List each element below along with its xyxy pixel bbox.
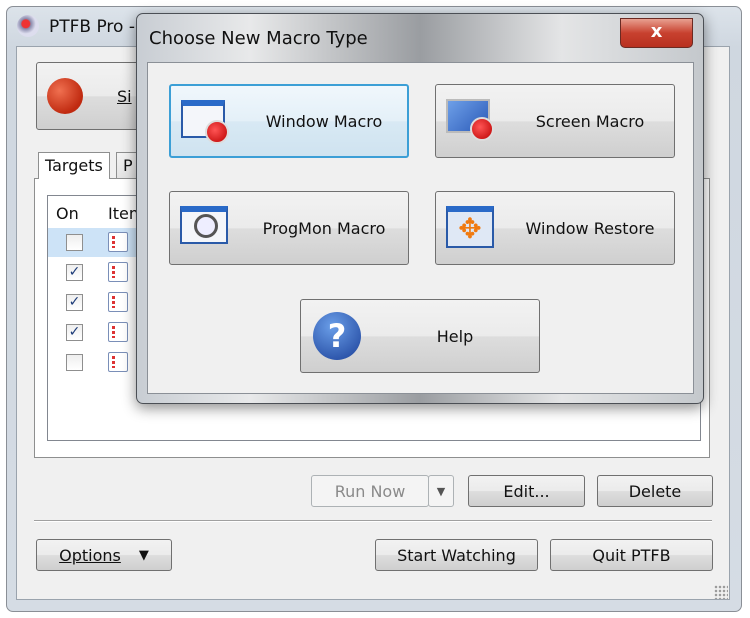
resize-grip[interactable] <box>714 585 728 599</box>
run-now-dropdown[interactable]: ▼ <box>428 475 454 507</box>
app-icon <box>17 15 39 37</box>
dropdown-arrow-icon: ▼ <box>138 547 149 563</box>
help-button[interactable]: ? Help <box>300 299 540 373</box>
window-macro-icon <box>181 100 231 144</box>
dialog-close-button[interactable]: x <box>620 18 693 48</box>
dialog-title: Choose New Macro Type <box>149 28 368 49</box>
macro-item-icon <box>108 262 128 282</box>
help-question-icon: ? <box>313 312 361 360</box>
tab-targets[interactable]: Targets <box>38 152 110 179</box>
macro-item-icon <box>108 292 128 312</box>
screen-macro-icon <box>446 99 496 143</box>
macro-item-icon <box>108 352 128 372</box>
run-now-button[interactable]: Run Now <box>311 475 429 507</box>
choose-macro-dialog: Choose New Macro Type x Window Macro Scr… <box>136 13 704 404</box>
window-restore-icon: ✥ <box>446 206 496 250</box>
window-restore-button[interactable]: ✥ Window Restore <box>435 191 675 265</box>
enabled-checkbox[interactable] <box>66 234 83 251</box>
column-header-on[interactable]: On <box>56 204 79 223</box>
progmon-magnifier-icon <box>180 206 230 250</box>
enabled-checkbox[interactable]: ✓ <box>66 264 83 281</box>
options-button[interactable]: Options ▼ <box>36 539 172 571</box>
list-item[interactable]: ✓ <box>48 288 138 317</box>
window-title: PTFB Pro - <box>49 17 135 37</box>
edit-button[interactable]: Edit... <box>468 475 585 507</box>
separator <box>34 520 712 522</box>
list-item[interactable]: ✓ <box>48 318 138 347</box>
screen-macro-button[interactable]: Screen Macro <box>435 84 675 158</box>
list-item[interactable] <box>48 228 138 257</box>
start-watching-button[interactable]: Start Watching <box>375 539 538 571</box>
list-item[interactable] <box>48 348 138 377</box>
macro-item-icon <box>108 322 128 342</box>
quit-button[interactable]: Quit PTFB <box>550 539 713 571</box>
list-item[interactable]: ✓ <box>48 258 138 287</box>
enabled-checkbox[interactable] <box>66 354 83 371</box>
hand-pointer-icon <box>47 78 83 114</box>
window-macro-button[interactable]: Window Macro <box>169 84 409 158</box>
progmon-macro-button[interactable]: ProgMon Macro <box>169 191 409 265</box>
macro-item-icon <box>108 232 128 252</box>
delete-button[interactable]: Delete <box>597 475 713 507</box>
enabled-checkbox[interactable]: ✓ <box>66 324 83 341</box>
dialog-panel: Window Macro Screen Macro ProgMon Macro … <box>147 62 694 394</box>
enabled-checkbox[interactable]: ✓ <box>66 294 83 311</box>
